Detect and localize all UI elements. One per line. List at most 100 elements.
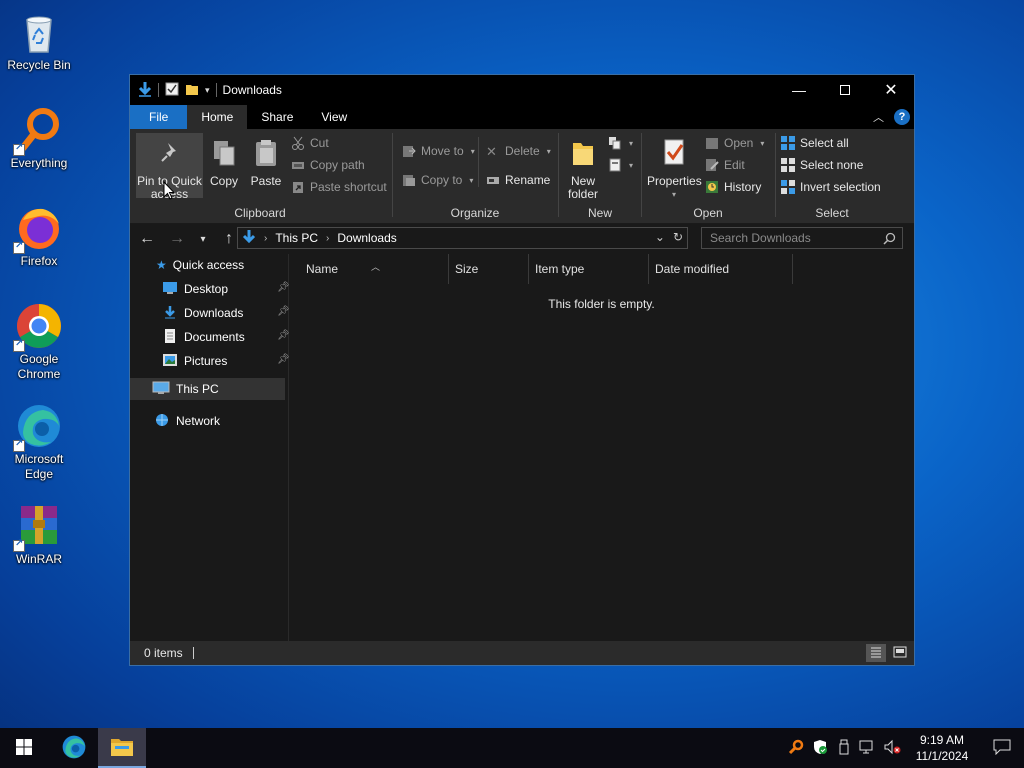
breadcrumb-downloads[interactable]: Downloads [337, 231, 396, 245]
desktop-icon-edge[interactable]: Microsoft Edge [4, 402, 74, 482]
action-center-button[interactable] [980, 728, 1024, 768]
column-name-label: Name [306, 262, 339, 276]
refresh-icon[interactable]: ↻ [673, 230, 683, 244]
collapse-ribbon-icon[interactable]: ︿ [873, 109, 884, 125]
nav-network[interactable]: Network [154, 410, 220, 432]
shortcut-arrow-icon [13, 538, 25, 552]
desktop-icon-winrar[interactable]: WinRAR [4, 502, 74, 567]
tab-home[interactable]: Home [187, 105, 248, 129]
desktop-icon-label: Everything [10, 156, 68, 170]
rename-label: Rename [505, 173, 551, 187]
new-folder-button[interactable]: New folder [564, 133, 602, 201]
tray-security[interactable] [808, 728, 832, 768]
ribbon-tabs: File Home Share View ︿ ? [130, 105, 914, 129]
copy-to-icon [402, 173, 416, 187]
move-to-button[interactable]: Move to ▾ [402, 141, 475, 161]
pin-icon[interactable]: 📌︎ [277, 282, 290, 293]
minimize-icon: — [792, 82, 806, 98]
firefox-icon [13, 204, 63, 254]
column-header-item-type[interactable]: Item type [529, 254, 649, 284]
properties-qa-icon[interactable] [165, 82, 179, 99]
history-button[interactable]: History [705, 177, 761, 197]
tab-view[interactable]: View [307, 105, 361, 129]
paste-button[interactable]: Paste [247, 133, 285, 188]
pin-icon[interactable]: 📌︎ [277, 306, 290, 317]
search-box[interactable]: Search Downloads [701, 227, 903, 249]
nav-documents[interactable]: Documents 📌︎ [162, 326, 290, 348]
cut-button[interactable]: Cut [291, 133, 329, 153]
details-view-button[interactable] [866, 644, 886, 662]
start-button[interactable] [0, 728, 48, 768]
breadcrumb-this-pc[interactable]: This PC [275, 231, 318, 245]
customize-qa-icon[interactable]: ▾ [205, 85, 210, 96]
tray-everything[interactable] [784, 728, 808, 768]
tray-volume[interactable] [880, 728, 904, 768]
address-history-chevron-icon[interactable]: ⌄ [655, 230, 665, 244]
delete-button[interactable]: ✕ Delete ▾ [486, 141, 551, 161]
rename-button[interactable]: Rename [486, 170, 550, 190]
minimize-button[interactable]: — [776, 75, 822, 105]
desktop-icon-firefox[interactable]: Firefox [4, 204, 74, 269]
nav-quick-access[interactable]: ★ Quick access [156, 254, 244, 276]
file-explorer-window[interactable]: ▾ Downloads — ✕ File Home Share View ︿ ?… [129, 74, 915, 666]
desktop-icon-label: WinRAR [15, 552, 62, 566]
chevron-down-icon: ▾ [470, 146, 475, 156]
taskbar-file-explorer[interactable] [98, 728, 146, 768]
taskbar-clock[interactable]: 9:19 AM 11/1/2024 [904, 732, 980, 764]
copy-path-button[interactable]: Copy path [291, 155, 365, 175]
tray-usb[interactable] [832, 728, 856, 768]
title-bar[interactable]: ▾ Downloads — ✕ [130, 75, 914, 105]
select-none-button[interactable]: Select none [781, 155, 863, 175]
paste-shortcut-button[interactable]: Paste shortcut [291, 177, 387, 197]
select-all-button[interactable]: Select all [781, 133, 849, 153]
new-folder-qa-icon[interactable] [185, 82, 199, 99]
invert-selection-button[interactable]: Invert selection [781, 177, 881, 197]
chevron-down-icon: ▾ [629, 138, 634, 148]
desktop-icon-chrome[interactable]: Google Chrome [4, 302, 74, 382]
properties-button[interactable]: Properties ▾ [647, 133, 702, 201]
mouse-cursor-icon [163, 180, 176, 203]
usb-device-icon [838, 739, 850, 758]
back-arrow-icon[interactable]: ← [138, 230, 156, 248]
up-arrow-icon[interactable]: ↑ [220, 230, 238, 248]
tab-file[interactable]: File [130, 105, 188, 129]
copy-to-button[interactable]: Copy to ▾ [402, 170, 473, 190]
file-list-pane[interactable]: ︿ Name Size Item type Date modified This… [289, 254, 914, 642]
navigation-pane[interactable]: ★ Quick access Desktop 📌︎ Downloads 📌︎ D… [130, 254, 290, 642]
maximize-button[interactable] [822, 75, 868, 105]
desktop-icon-everything[interactable]: Everything [4, 106, 74, 171]
nav-this-pc[interactable]: This PC [130, 378, 285, 400]
tab-share[interactable]: Share [247, 105, 307, 129]
open-label: Open [724, 136, 754, 150]
item-count: 0 items [144, 646, 183, 660]
nav-pictures[interactable]: Pictures 📌︎ [162, 350, 290, 372]
volume-muted-icon [883, 739, 901, 758]
recent-locations-chevron-icon[interactable]: ▾ [198, 234, 208, 245]
delete-label: Delete [505, 144, 540, 158]
new-item-button[interactable]: ▾ [608, 133, 633, 153]
address-breadcrumb[interactable]: › This PC › Downloads ⌄ ↻ [237, 227, 688, 249]
clipboard-group-label: Clipboard [234, 206, 286, 220]
forward-arrow-icon[interactable]: → [168, 230, 186, 248]
tray-network[interactable] [856, 728, 880, 768]
nav-downloads[interactable]: Downloads 📌︎ [162, 302, 290, 324]
column-header-name[interactable]: ︿ Name [289, 254, 449, 284]
pin-icon[interactable]: 📌︎ [277, 354, 290, 365]
column-header-size[interactable]: Size [449, 254, 529, 284]
nav-desktop[interactable]: Desktop 📌︎ [162, 278, 290, 300]
pin-icon[interactable]: 📌︎ [277, 330, 290, 341]
taskbar-edge[interactable] [50, 728, 98, 768]
column-header-date-modified[interactable]: Date modified [649, 254, 793, 284]
large-icons-view-button[interactable] [890, 644, 910, 662]
desktop-icon-recycle-bin[interactable]: Recycle Bin [4, 8, 74, 73]
search-input[interactable]: Search Downloads [710, 231, 811, 245]
edge-icon [61, 734, 87, 763]
nav-downloads-label: Downloads [184, 306, 244, 320]
open-button[interactable]: Open ▾ [705, 133, 764, 153]
help-icon[interactable]: ? [894, 109, 910, 125]
easy-access-button[interactable]: ▾ [608, 155, 633, 175]
copy-button[interactable]: Copy [206, 133, 242, 188]
edit-button[interactable]: Edit [705, 155, 745, 175]
close-button[interactable]: ✕ [868, 75, 914, 105]
shield-icon [812, 739, 828, 758]
